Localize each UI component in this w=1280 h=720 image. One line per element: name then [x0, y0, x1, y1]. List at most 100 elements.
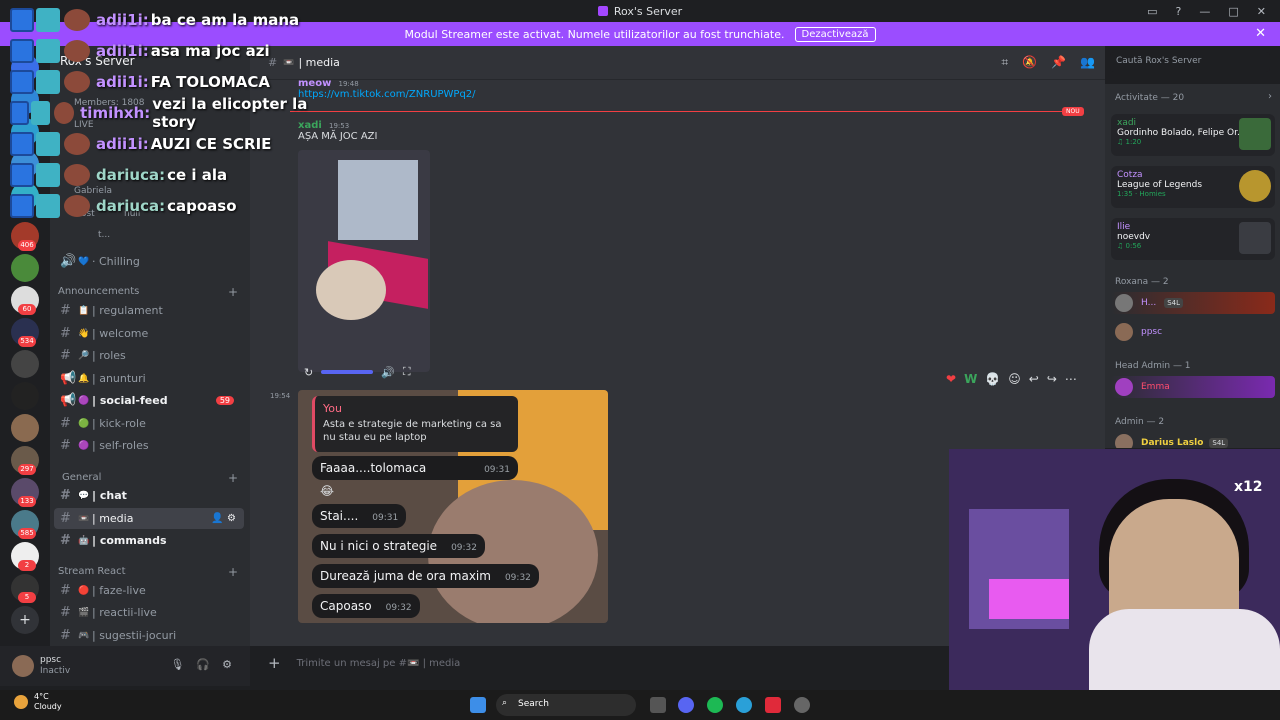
- channel-commands[interactable]: # 🤖 | commands: [54, 530, 244, 551]
- replay-icon[interactable]: ↻: [304, 366, 313, 379]
- task-view-icon[interactable]: [650, 697, 666, 713]
- avatar: [1115, 294, 1133, 312]
- volume-icon[interactable]: 🔊: [381, 366, 395, 379]
- volume-slider[interactable]: [321, 370, 374, 374]
- tape-icon: 📼: [283, 57, 295, 68]
- channel-welcome[interactable]: # 👋 | welcome: [54, 323, 244, 344]
- inbox-icon[interactable]: ▭: [1147, 5, 1157, 18]
- skull-reaction-icon[interactable]: 💀: [985, 372, 1000, 386]
- hash-icon: #: [60, 488, 71, 503]
- message-input-placeholder: Trimite un mesaj pe #📼 | media: [296, 657, 461, 669]
- activity-card[interactable]: Cotza League of Legends 1:35 · Homies: [1111, 166, 1275, 208]
- channel-sugestii-jocuri[interactable]: # 🎮 | sugestii-jocuri: [54, 625, 244, 646]
- channel-settings-icon[interactable]: 👤 ⚙: [211, 513, 236, 524]
- server-icon[interactable]: [11, 254, 39, 282]
- fullscreen-icon[interactable]: ⛶: [403, 365, 411, 379]
- close-icon[interactable]: ✕: [1255, 26, 1266, 41]
- app-icon[interactable]: [765, 697, 781, 713]
- voice-channel-chilling[interactable]: 🔊 💙 · Chilling: [54, 251, 244, 272]
- obs-icon[interactable]: [794, 697, 810, 713]
- weather-widget[interactable]: 4°C Cloudy: [14, 692, 62, 712]
- chat-bubble: Stai.... 09:31: [312, 504, 407, 528]
- add-channel-icon[interactable]: +: [228, 565, 238, 579]
- channel-chat[interactable]: # 💬 | chat: [54, 485, 244, 506]
- maximize-button[interactable]: □: [1228, 5, 1238, 18]
- minimize-button[interactable]: —: [1199, 5, 1210, 18]
- server-icon[interactable]: [11, 350, 39, 378]
- headphones-icon[interactable]: 🎧: [196, 658, 210, 671]
- message-time: 19:54: [270, 392, 291, 400]
- server-icon[interactable]: [11, 414, 39, 442]
- category-announcements[interactable]: Announcements +: [58, 285, 238, 299]
- window-title: Rox's Server: [613, 4, 683, 18]
- reply-icon[interactable]: ↩: [1029, 372, 1039, 386]
- edge-icon[interactable]: [736, 697, 752, 713]
- member-row[interactable]: H... S4L: [1111, 292, 1275, 314]
- webcam-overlay: x12: [949, 449, 1280, 690]
- role-header: Head Admin — 1: [1115, 361, 1191, 371]
- message-author[interactable]: meow: [298, 78, 331, 89]
- channel-anunturi[interactable]: 📢 🔔 | anunturi: [54, 368, 244, 389]
- megaphone-icon: 📢: [60, 371, 77, 386]
- category-general[interactable]: General +: [62, 471, 238, 485]
- activity-card[interactable]: Ilie noevdv ♫ 0:56: [1111, 218, 1275, 260]
- channel-social-feed[interactable]: 📢 🟣 | social-feed 59: [54, 390, 244, 411]
- overlay-chat-line: adii1i: ba ce am la mana: [10, 6, 299, 34]
- hash-icon: #: [60, 326, 71, 341]
- close-button[interactable]: ✕: [1257, 5, 1266, 18]
- member-row[interactable]: ppsc: [1111, 321, 1275, 343]
- unread-badge: 59: [215, 396, 234, 405]
- add-server-icon[interactable]: +: [11, 606, 39, 634]
- chat-bubble: Nu i nici o strategie 09:32: [312, 534, 485, 558]
- avatar: [1115, 323, 1133, 341]
- discord-icon[interactable]: [678, 697, 694, 713]
- search-icon: ⌕: [502, 698, 508, 708]
- hash-icon: #: [60, 438, 71, 453]
- member-row[interactable]: Emma: [1111, 376, 1275, 398]
- add-reaction-icon[interactable]: ☺: [1008, 372, 1021, 386]
- more-icon[interactable]: ⋯: [1065, 372, 1077, 386]
- channel-roles[interactable]: # 🔎 | roles: [54, 345, 244, 366]
- activity-header: Activitate — 20: [1115, 93, 1185, 103]
- forward-icon[interactable]: ↪: [1047, 372, 1057, 386]
- category-stream-react[interactable]: Stream React +: [58, 565, 238, 579]
- member-row[interactable]: Darius Laslo S4L: [1111, 432, 1275, 448]
- start-icon[interactable]: [470, 697, 486, 713]
- channel-faze-live[interactable]: # 🔴 | faze-live: [54, 580, 244, 601]
- message-input[interactable]: + Trimite un mesaj pe #📼 | media: [258, 650, 948, 676]
- overlay-chat-line: adii1i: asa ma joc azi: [10, 37, 270, 65]
- w-reaction-icon[interactable]: W: [964, 372, 977, 386]
- settings-icon[interactable]: ⚙: [222, 658, 232, 671]
- activity-card[interactable]: xadi Gordinho Bolado, Felipe Or... ♫ 1:2…: [1111, 114, 1275, 156]
- video-attachment[interactable]: [298, 150, 430, 372]
- message-link[interactable]: https://vm.tiktok.com/ZNRUPWPq2/: [298, 89, 476, 100]
- heart-reaction-icon[interactable]: ❤: [946, 372, 956, 386]
- chevron-right-icon[interactable]: ›: [1268, 91, 1272, 102]
- search-input[interactable]: Caută Rox's Server: [1110, 52, 1270, 72]
- channel-kick-role[interactable]: # 🟢 | kick-role: [54, 413, 244, 434]
- role-header: Admin — 2: [1115, 417, 1165, 427]
- channel-media[interactable]: # 📼 | media 👤 ⚙: [54, 508, 244, 529]
- add-channel-icon[interactable]: +: [228, 285, 238, 299]
- image-attachment[interactable]: You Asta e strategie de marketing ca sa …: [298, 390, 608, 623]
- emoji-reaction: 😂: [320, 484, 335, 498]
- overlay-chat-line: adii1i: FA TOLOMACA: [10, 68, 270, 96]
- microphone-icon[interactable]: 🎙: [170, 658, 184, 671]
- voice-user[interactable]: t...: [98, 230, 110, 240]
- disable-streamer-button[interactable]: Dezactivează: [794, 26, 876, 42]
- message-time: 19:53: [328, 122, 350, 130]
- server-icon[interactable]: [11, 382, 39, 410]
- overlay-chat-line: timihxh: vezi la elicopter la story: [10, 95, 310, 131]
- channel-self-roles[interactable]: # 🟣 | self-roles: [54, 435, 244, 456]
- taskbar-search[interactable]: ⌕ Search: [496, 694, 636, 716]
- user-info[interactable]: ppsc Inactiv: [40, 655, 70, 677]
- channel-regulament[interactable]: # 📋 | regulament: [54, 300, 244, 321]
- add-attachment-icon[interactable]: +: [268, 654, 281, 672]
- channel-reactii-live[interactable]: # 🎬 | reactii-live: [54, 602, 244, 623]
- help-icon[interactable]: ?: [1176, 5, 1182, 18]
- hash-icon: #: [60, 303, 71, 318]
- avatar[interactable]: [12, 655, 34, 677]
- new-badge: NOU: [1062, 107, 1084, 116]
- spotify-icon[interactable]: [707, 697, 723, 713]
- add-channel-icon[interactable]: +: [228, 471, 238, 485]
